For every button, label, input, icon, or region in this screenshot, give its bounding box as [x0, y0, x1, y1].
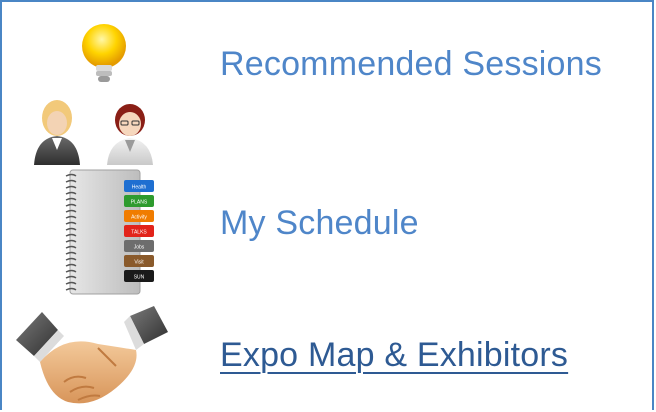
- schedule-notebook-icon[interactable]: Health PLANS Activity TALKS Jobs Visit SUN: [62, 168, 162, 300]
- notebook-tab-label: Health: [132, 185, 147, 191]
- menu-item-recommended-sessions[interactable]: Recommended Sessions: [12, 20, 652, 165]
- recommended-sessions-link[interactable]: Recommended Sessions: [220, 45, 602, 84]
- menu-panel: Recommended Sessions Health PLANS Activity…: [0, 0, 654, 410]
- notebook-tab-label: Visit: [134, 260, 144, 266]
- menu-item-expo-map[interactable]: Expo Map & Exhibitors: [12, 304, 652, 412]
- notebook-tab-label: Activity: [131, 215, 147, 221]
- handshake-icon[interactable]: [12, 304, 172, 412]
- recommendation-lightbulb-people-icon[interactable]: [12, 20, 172, 165]
- my-schedule-link[interactable]: My Schedule: [220, 204, 419, 243]
- notebook-tab-label: Jobs: [134, 245, 145, 251]
- notebook-tab-label: TALKS: [131, 230, 147, 236]
- menu-item-my-schedule[interactable]: Health PLANS Activity TALKS Jobs Visit SUN My …: [12, 168, 652, 300]
- notebook-tab-label: PLANS: [131, 200, 148, 206]
- notebook-tab-label: SUN: [134, 275, 145, 281]
- expo-map-exhibitors-link[interactable]: Expo Map & Exhibitors: [220, 336, 568, 375]
